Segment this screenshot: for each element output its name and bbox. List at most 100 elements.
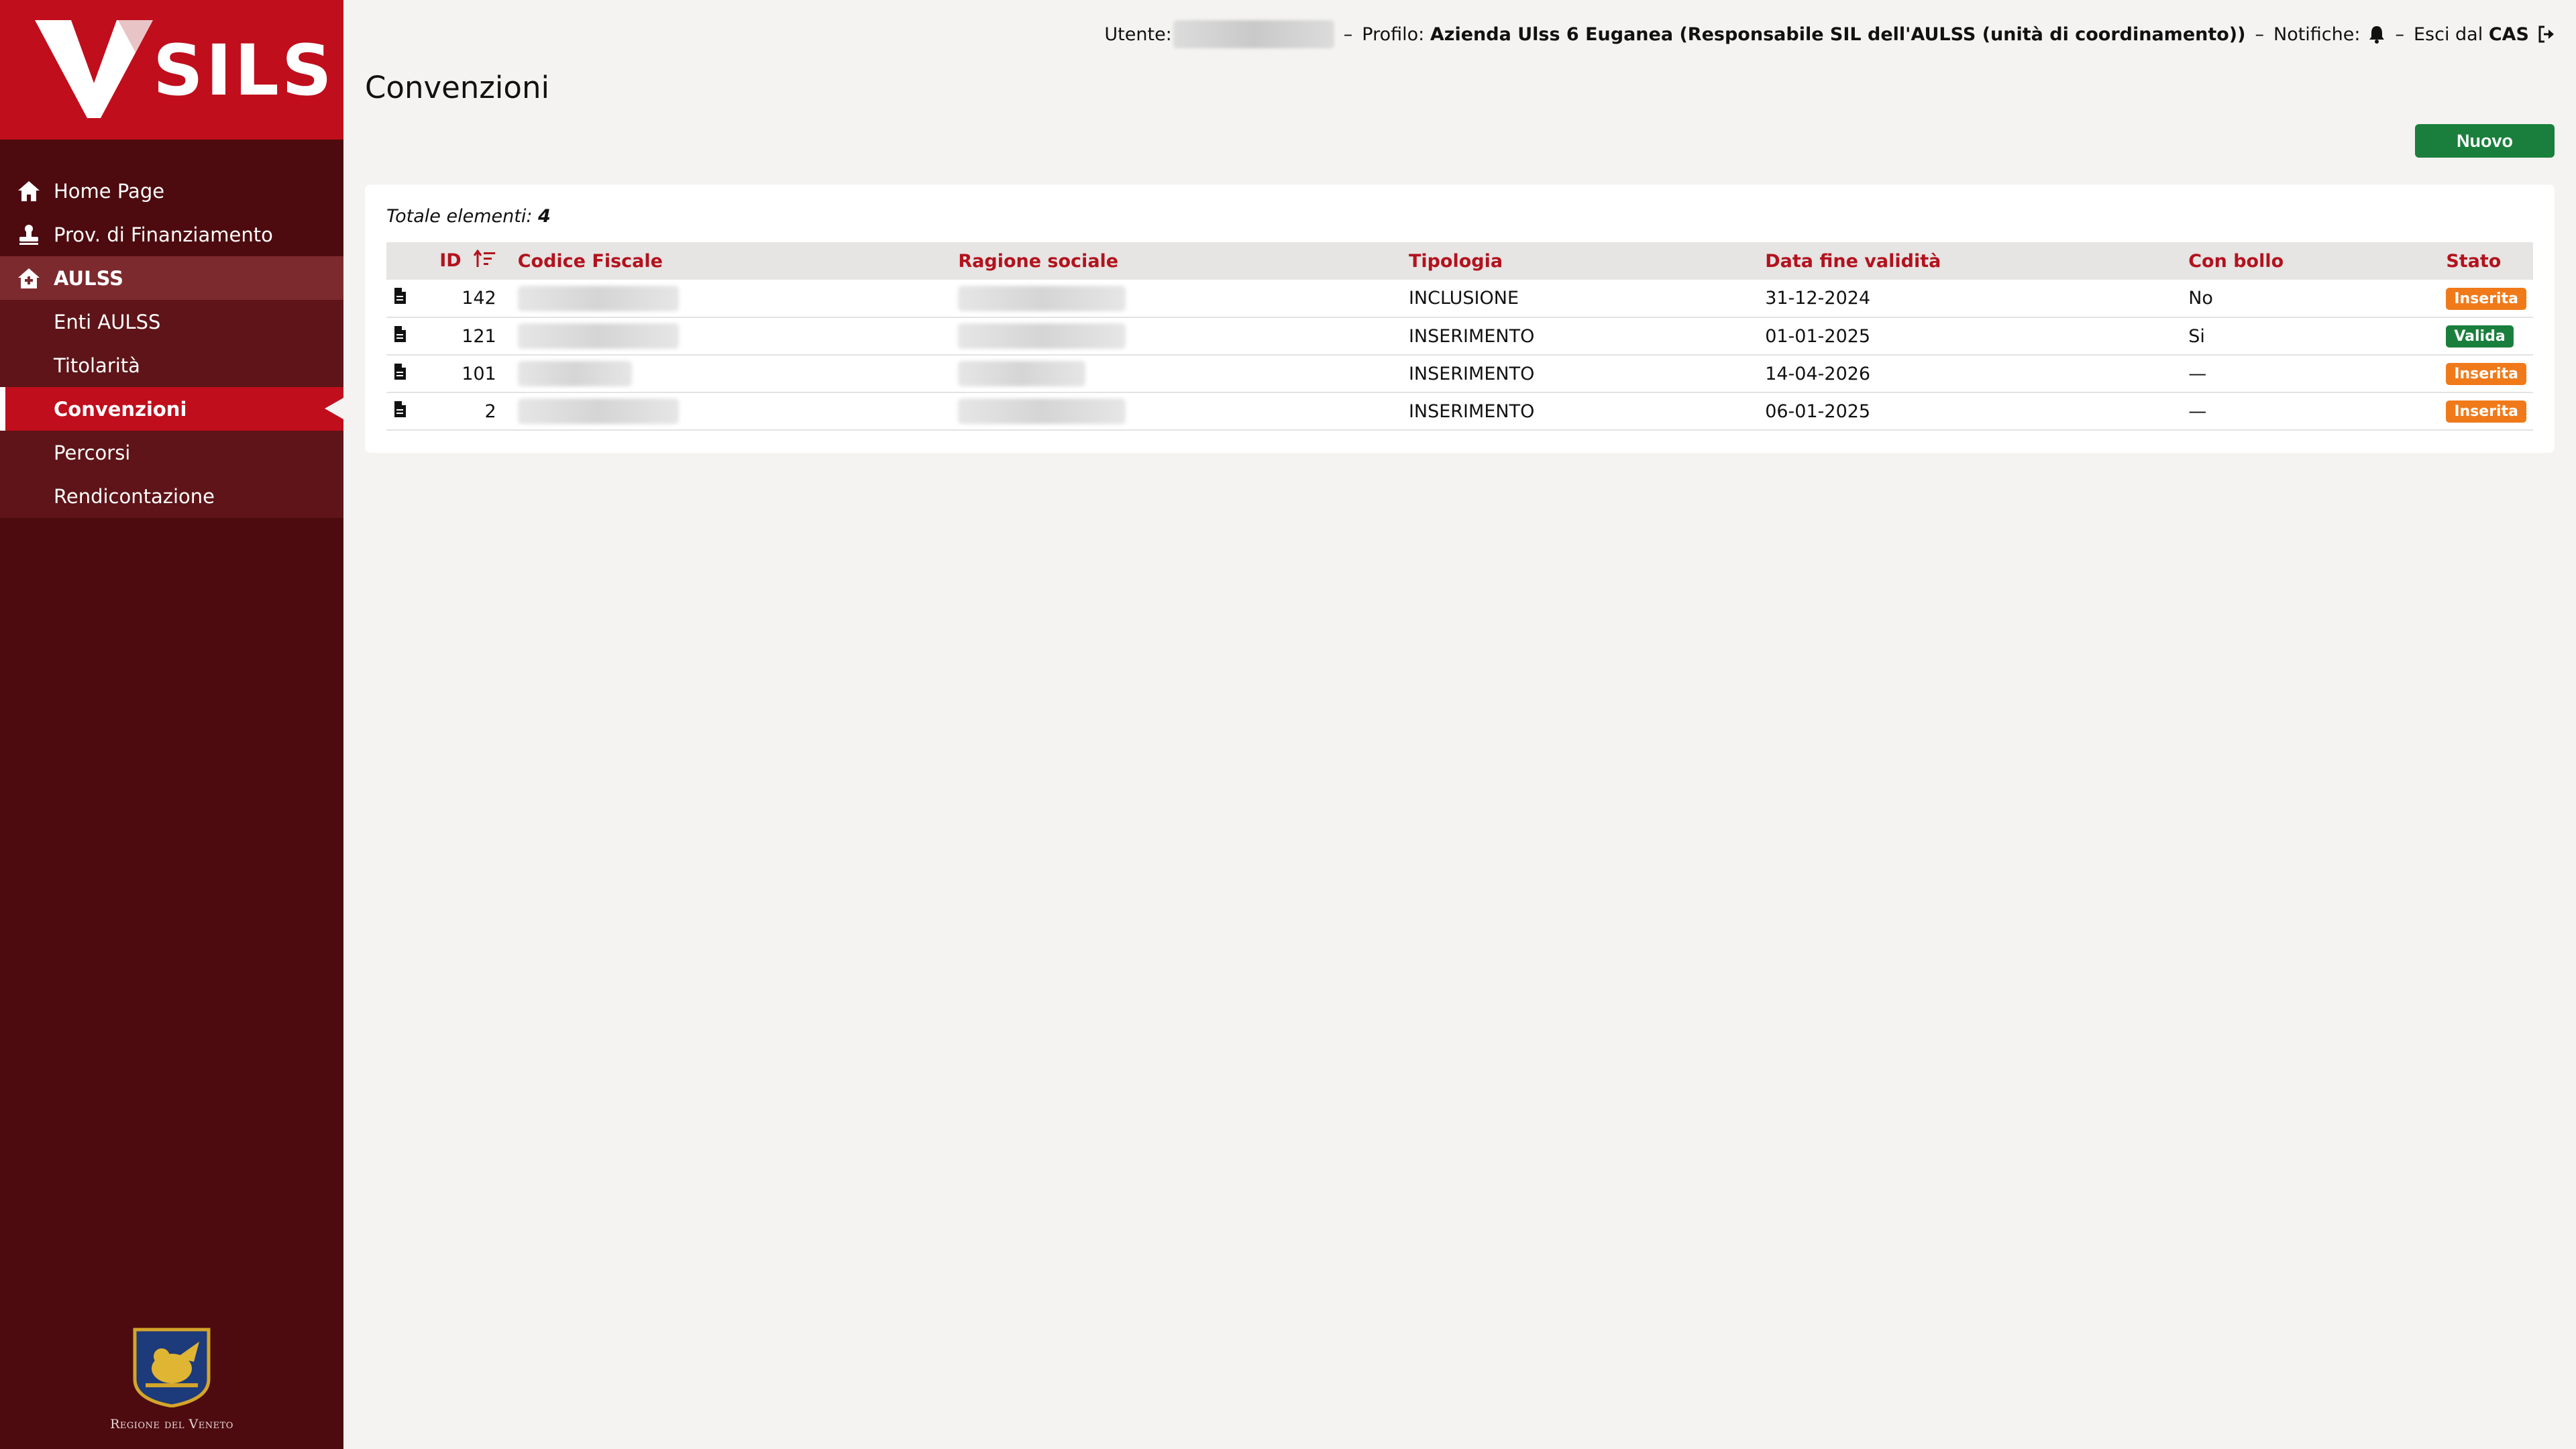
cell-ragione-sociale <box>951 392 1402 431</box>
logout-link[interactable]: Esci dal CAS <box>2414 24 2529 45</box>
sidebar-item-enti-aulss[interactable]: Enti AULSS <box>0 300 343 343</box>
column-header-data-fine-validita[interactable]: Data fine validità <box>1758 242 2182 280</box>
document-icon[interactable] <box>386 280 416 318</box>
document-icon[interactable] <box>386 355 416 393</box>
sidebar-item-label: Enti AULSS <box>54 310 161 333</box>
stamp-icon <box>0 223 54 246</box>
column-header-actions <box>386 242 416 280</box>
separator: – <box>1343 23 1353 45</box>
total-label: Totale elementi: <box>386 206 533 227</box>
bell-icon[interactable] <box>2368 25 2385 44</box>
redacted-value <box>958 398 1126 424</box>
sort-ascending-icon[interactable] <box>473 248 496 273</box>
table-row[interactable]: 2 INSERIMENTO 06-01-2025 — Inserita <box>386 392 2533 431</box>
cell-data-fine-validita: 01-01-2025 <box>1758 317 2182 356</box>
cell-codice-fiscale <box>511 355 952 393</box>
cell-stato: Valida <box>2439 317 2533 356</box>
sidebar-item-titolarita[interactable]: Titolarità <box>0 343 343 387</box>
cell-tipologia: INCLUSIONE <box>1401 280 1759 318</box>
cell-codice-fiscale <box>511 280 952 318</box>
redacted-value <box>517 285 679 311</box>
redacted-value <box>517 361 632 386</box>
cell-id: 142 <box>415 280 511 318</box>
column-header-id[interactable]: ID <box>416 242 511 280</box>
cell-codice-fiscale <box>511 392 952 431</box>
sidebar-item-home-page[interactable]: Home Page <box>0 169 343 213</box>
sign-out-icon[interactable] <box>2537 25 2556 44</box>
status-badge: Inserita <box>2446 363 2526 385</box>
cell-data-fine-validita: 31-12-2024 <box>1758 280 2182 318</box>
column-header-label: ID <box>439 250 462 271</box>
redacted-value <box>958 361 1086 386</box>
sidebar-item-label: Percorsi <box>54 441 131 464</box>
sidebar-item-label: Rendicontazione <box>54 484 215 508</box>
convenzioni-card: Totale elementi: 4 ID Codice Fiscale Rag… <box>365 184 2555 453</box>
table-header-row: ID Codice Fiscale Ragione sociale Tipolo… <box>386 242 2533 280</box>
redacted-value <box>517 398 679 424</box>
separator: – <box>2255 23 2265 45</box>
cell-con-bollo: No <box>2182 280 2440 318</box>
sidebar-item-aulss[interactable]: AULSS <box>0 256 343 300</box>
cell-ragione-sociale <box>951 355 1402 393</box>
column-header-stato[interactable]: Stato <box>2439 242 2533 280</box>
top-bar: Utente: – Profilo: Azienda Ulss 6 Eugane… <box>1104 20 2556 48</box>
region-label: Regione del Veneto <box>110 1417 233 1432</box>
cell-data-fine-validita: 14-04-2026 <box>1758 355 2182 393</box>
profile-label: Profilo: <box>1362 23 1425 45</box>
user-name-redacted <box>1173 20 1334 48</box>
region-logo: Regione del Veneto <box>0 1327 343 1432</box>
logout-cas: CAS <box>2488 23 2529 45</box>
convenzioni-table: ID Codice Fiscale Ragione sociale Tipolo… <box>386 242 2533 431</box>
sidebar-item-label: Home Page <box>54 179 165 203</box>
total-elements: Totale elementi: 4 <box>386 206 551 227</box>
cell-stato: Inserita <box>2439 392 2533 431</box>
sidebar-item-percorsi[interactable]: Percorsi <box>0 431 343 474</box>
cell-tipologia: INSERIMENTO <box>1401 317 1759 356</box>
table-row[interactable]: 121 INSERIMENTO 01-01-2025 Si Valida <box>386 317 2533 356</box>
cell-data-fine-validita: 06-01-2025 <box>1758 392 2182 431</box>
cell-stato: Inserita <box>2439 355 2533 393</box>
total-value: 4 <box>538 206 551 227</box>
profile-value[interactable]: Azienda Ulss 6 Euganea (Responsabile SIL… <box>1430 24 2246 45</box>
column-header-codice-fiscale[interactable]: Codice Fiscale <box>511 242 952 280</box>
separator: – <box>2395 23 2404 45</box>
sidebar-item-label: Prov. di Finanziamento <box>54 223 273 246</box>
user-label: Utente: <box>1104 23 1172 45</box>
status-badge: Inserita <box>2446 400 2526 423</box>
cell-stato: Inserita <box>2439 280 2533 318</box>
sidebar-item-label: Titolarità <box>54 354 140 377</box>
cell-codice-fiscale <box>511 317 952 356</box>
sidebar: SILS Home Page Prov. di Finanziamento AU… <box>0 0 343 1449</box>
sidebar-item-label: AULSS <box>54 266 124 290</box>
sidebar-item-prov-finanziamento[interactable]: Prov. di Finanziamento <box>0 213 343 256</box>
cell-con-bollo: — <box>2182 392 2440 431</box>
cell-tipologia: INSERIMENTO <box>1401 392 1759 431</box>
status-badge: Inserita <box>2446 287 2526 310</box>
document-icon[interactable] <box>386 317 416 356</box>
cell-id: 121 <box>415 317 511 356</box>
cell-tipologia: INSERIMENTO <box>1401 355 1759 393</box>
document-icon[interactable] <box>386 392 416 431</box>
hospital-icon <box>0 267 54 290</box>
status-badge: Valida <box>2446 325 2514 347</box>
cell-ragione-sociale <box>951 317 1402 356</box>
redacted-value <box>958 285 1126 311</box>
column-header-tipologia[interactable]: Tipologia <box>1402 242 1758 280</box>
cell-id: 2 <box>415 392 511 431</box>
lion-emblem-icon <box>133 1328 211 1408</box>
cell-ragione-sociale <box>951 280 1402 318</box>
cell-id: 101 <box>415 355 511 393</box>
sidebar-item-label: Convenzioni <box>54 397 187 421</box>
logo-v-icon <box>35 20 153 118</box>
column-header-con-bollo[interactable]: Con bollo <box>2182 242 2439 280</box>
new-button[interactable]: Nuovo <box>2415 124 2555 158</box>
app-logo[interactable]: SILS <box>0 0 343 140</box>
table-row[interactable]: 101 INSERIMENTO 14-04-2026 — Inserita <box>386 355 2533 393</box>
sidebar-item-rendicontazione[interactable]: Rendicontazione <box>0 474 343 518</box>
cell-con-bollo: — <box>2182 355 2440 393</box>
table-row[interactable]: 142 INCLUSIONE 31-12-2024 No Inserita <box>386 280 2533 318</box>
column-header-ragione-sociale[interactable]: Ragione sociale <box>951 242 1402 280</box>
sidebar-item-convenzioni[interactable]: Convenzioni <box>0 387 343 431</box>
redacted-value <box>517 323 679 349</box>
page-title: Convenzioni <box>365 70 549 105</box>
